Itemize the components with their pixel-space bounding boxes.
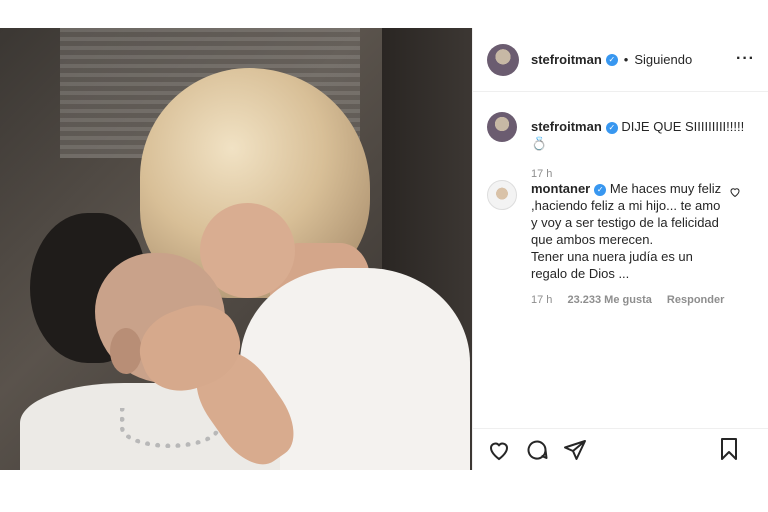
comment-line-4: que ambos merecen. <box>531 232 654 247</box>
comment-time[interactable]: 17 h <box>531 294 552 306</box>
comment-line-1: Me haces muy feliz <box>609 181 722 196</box>
caption-body: stefroitman ✓ DIJE QUE SIIIIIIIII!!!!! 💍 … <box>531 112 757 183</box>
comment-heart-icon[interactable] <box>729 186 741 198</box>
commenter-avatar[interactable] <box>487 180 517 210</box>
comment-meta: 17 h 23.233 Me gusta Responder <box>531 292 741 309</box>
caption-comment: stefroitman ✓ DIJE QUE SIIIIIIIII!!!!! 💍 … <box>487 112 757 183</box>
man-ear <box>110 328 142 374</box>
author-username[interactable]: stefroitman <box>531 52 602 67</box>
caption-username[interactable]: stefroitman <box>531 119 602 134</box>
montaner-comment: montaner ✓ Me haces muy feliz ,haciendo f… <box>487 180 755 309</box>
more-options-icon[interactable]: ··· <box>736 50 755 68</box>
follow-separator: • <box>623 52 629 67</box>
man-chain <box>120 408 220 448</box>
post-photo[interactable] <box>0 28 472 470</box>
heart-icon[interactable] <box>487 438 511 462</box>
verified-badge-icon: ✓ <box>594 183 607 196</box>
post-side-panel: stefroitman ✓ • Siguiendo ··· stefroitma… <box>472 28 768 470</box>
reply-button[interactable]: Responder <box>667 294 724 306</box>
caption-time[interactable]: 17 h <box>531 168 552 180</box>
comment-line-5: Tener una nuera judía es un <box>531 249 693 264</box>
comment-username[interactable]: montaner <box>531 181 590 196</box>
post-actions-bar <box>473 428 768 470</box>
post-header: stefroitman ✓ • Siguiendo ··· <box>473 28 768 92</box>
comment-body: montaner ✓ Me haces muy feliz ,haciendo f… <box>531 180 741 309</box>
caption-avatar[interactable] <box>487 112 517 142</box>
verified-badge-icon: ✓ <box>605 121 618 134</box>
share-icon[interactable] <box>563 438 587 462</box>
comment-line-6: regalo de Dios ... <box>531 266 630 281</box>
author-avatar[interactable] <box>487 43 519 76</box>
comment-line-3: y voy a ser testigo de la felicidad <box>531 215 719 230</box>
verified-badge-icon: ✓ <box>605 53 618 66</box>
comment-likes[interactable]: 23.233 Me gusta <box>567 294 651 306</box>
instagram-post: stefroitman ✓ • Siguiendo ··· stefroitma… <box>0 28 768 470</box>
comment-line-2: ,haciendo feliz a mi hijo... te amo <box>531 198 721 213</box>
following-status[interactable]: Siguiendo <box>634 52 692 67</box>
bookmark-icon[interactable] <box>717 437 741 461</box>
comment-icon[interactable] <box>525 438 549 462</box>
